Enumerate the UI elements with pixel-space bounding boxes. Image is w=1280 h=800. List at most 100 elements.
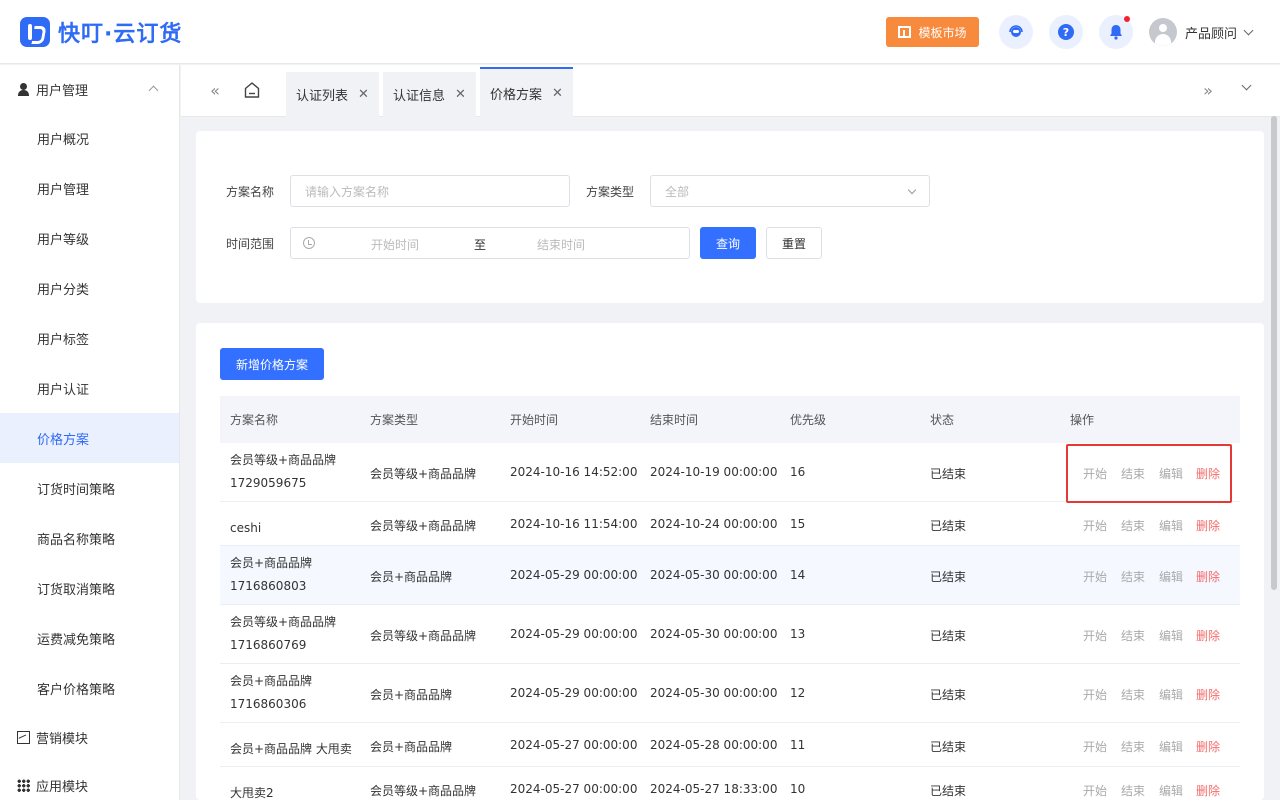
cell-type: 会员+商品品牌 [370, 740, 453, 754]
start-action-link[interactable]: 开始 [1083, 782, 1107, 799]
notification-button[interactable] [1099, 15, 1133, 49]
sidebar-group-marketing[interactable]: 营销模块 [0, 713, 179, 761]
end-action-link[interactable]: 结束 [1121, 738, 1145, 755]
cell-status: 已结束 [930, 467, 967, 481]
edit-action-link[interactable]: 编辑 [1159, 568, 1183, 585]
sidebar-item-price-plan[interactable]: 价格方案 [0, 413, 179, 463]
end-action-link[interactable]: 结束 [1121, 686, 1145, 703]
plan-type-label: 方案类型 [586, 185, 635, 199]
customer-service-button[interactable] [999, 15, 1033, 49]
cell-status: 已结束 [930, 629, 967, 643]
cell-status: 已结束 [930, 784, 967, 798]
start-action-link[interactable]: 开始 [1083, 686, 1107, 703]
sidebar-group-label: 营销模块 [36, 731, 89, 747]
edit-action-link[interactable]: 编辑 [1159, 627, 1183, 644]
start-action-link[interactable]: 开始 [1083, 568, 1107, 585]
template-market-button[interactable]: 模板市场 [886, 17, 979, 47]
plan-name-input[interactable]: 请输入方案名称 [290, 175, 570, 207]
col-header-priority: 优先级 [790, 413, 827, 427]
end-action-link[interactable]: 结束 [1121, 465, 1145, 482]
cell-status: 已结束 [930, 688, 967, 702]
cell-start-time: 2024-05-27 00:00:00 [510, 782, 638, 796]
end-action-link[interactable]: 结束 [1121, 782, 1145, 799]
plan-type-select[interactable]: 全部 [650, 175, 930, 207]
home-icon[interactable] [244, 81, 260, 99]
delete-action-link[interactable]: 删除 [1196, 782, 1220, 799]
delete-action-link[interactable]: 删除 [1196, 568, 1220, 585]
tab-auth-list[interactable]: 认证列表 ✕ [286, 72, 379, 117]
bell-icon [1110, 25, 1122, 40]
end-action-link[interactable]: 结束 [1121, 517, 1145, 534]
delete-action-link[interactable]: 删除 [1196, 627, 1220, 644]
cell-type: 会员等级+商品品牌 [370, 519, 477, 533]
edit-action-link[interactable]: 编辑 [1159, 686, 1183, 703]
cell-status: 已结束 [930, 570, 967, 584]
start-action-link[interactable]: 开始 [1083, 627, 1107, 644]
sidebar-item-customer-price-strategy[interactable]: 客户价格策略 [0, 663, 179, 713]
reset-button[interactable]: 重置 [766, 227, 822, 259]
cell-priority: 12 [790, 686, 806, 700]
tabs-scroll-right-icon[interactable]: » [1199, 82, 1217, 100]
edit-action-link[interactable]: 编辑 [1159, 517, 1183, 534]
cell-type: 会员+商品品牌 [370, 688, 453, 702]
col-header-start: 开始时间 [510, 413, 559, 427]
col-header-end: 结束时间 [650, 413, 699, 427]
sidebar-item-user-overview[interactable]: 用户概况 [0, 113, 179, 163]
sidebar-group-apps[interactable]: 应用模块 [0, 761, 179, 800]
start-action-link[interactable]: 开始 [1083, 465, 1107, 482]
chevron-down-icon [1243, 25, 1254, 35]
sidebar-item-user-category[interactable]: 用户分类 [0, 263, 179, 313]
edit-action-link[interactable]: 编辑 [1159, 465, 1183, 482]
sidebar-item-order-cancel-strategy[interactable]: 订货取消策略 [0, 563, 179, 613]
cell-priority: 13 [790, 627, 806, 641]
cell-start-time: 2024-10-16 14:52:00 [510, 465, 638, 479]
tab-price-plan[interactable]: 价格方案 ✕ [480, 67, 573, 117]
cell-start-time: 2024-05-29 00:00:00 [510, 627, 638, 641]
query-button[interactable]: 查询 [700, 227, 756, 259]
help-button[interactable]: ? [1049, 15, 1083, 49]
end-action-link[interactable]: 结束 [1121, 627, 1145, 644]
close-icon[interactable]: ✕ [358, 87, 369, 102]
add-price-plan-button[interactable]: 新增价格方案 [220, 348, 324, 380]
table-row: 会员等级+商品品牌1716860769 会员等级+商品品牌 2024-05-29 0… [220, 605, 1240, 664]
close-icon[interactable]: ✕ [455, 87, 466, 102]
price-plan-panel: 新增价格方案 方案名称 方案类型 开始时间 结束时间 优先级 状态 操作 会员等… [196, 323, 1264, 800]
table-row: 会员+商品品牌1716860306 会员+商品品牌 2024-05-29 00:00… [220, 664, 1240, 723]
sidebar-item-user-tags[interactable]: 用户标签 [0, 313, 179, 363]
sidebar-item-user-management[interactable]: 用户管理 [0, 163, 179, 213]
start-action-link[interactable]: 开始 [1083, 517, 1107, 534]
delete-action-link[interactable]: 删除 [1196, 465, 1220, 482]
start-time-input[interactable]: 开始时间 [371, 236, 419, 253]
sidebar-item-freight-strategy[interactable]: 运费减免策略 [0, 613, 179, 663]
cell-name: 会员+商品品牌1716860803 [230, 556, 313, 593]
cell-end-time: 2024-05-27 18:33:00 [650, 782, 778, 796]
delete-action-link[interactable]: 删除 [1196, 738, 1220, 755]
start-action-link[interactable]: 开始 [1083, 738, 1107, 755]
sidebar-group-user-management[interactable]: 用户管理 [0, 65, 179, 113]
chart-icon [17, 730, 30, 744]
close-icon[interactable]: ✕ [552, 86, 563, 101]
cell-name: 会员+商品品牌1716860306 [230, 674, 313, 711]
user-menu[interactable]: 产品顾问 [1149, 18, 1254, 46]
delete-action-link[interactable]: 删除 [1196, 686, 1220, 703]
tabs-menu-chevron-icon[interactable] [1241, 80, 1252, 91]
end-time-input[interactable]: 结束时间 [537, 236, 585, 253]
end-action-link[interactable]: 结束 [1121, 568, 1145, 585]
page-scrollbar[interactable] [1271, 116, 1277, 590]
app-logo[interactable]: 快叮·云订货 [20, 16, 182, 48]
cell-end-time: 2024-10-19 00:00:00 [650, 465, 778, 479]
tabs-scroll-left-icon[interactable]: « [206, 82, 224, 100]
price-plan-table: 方案名称 方案类型 开始时间 结束时间 优先级 状态 操作 会员等级+商品品牌1… [220, 396, 1240, 800]
sidebar-item-user-auth[interactable]: 用户认证 [0, 363, 179, 413]
plan-name-label: 方案名称 [226, 185, 275, 199]
edit-action-link[interactable]: 编辑 [1159, 782, 1183, 799]
sidebar-item-product-name-strategy[interactable]: 商品名称策略 [0, 513, 179, 563]
sidebar-item-user-level[interactable]: 用户等级 [0, 213, 179, 263]
sidebar-item-order-time-strategy[interactable]: 订货时间策略 [0, 463, 179, 513]
cell-start-time: 2024-05-29 00:00:00 [510, 568, 638, 582]
time-range-picker[interactable]: 开始时间 至 结束时间 [290, 227, 690, 259]
delete-action-link[interactable]: 删除 [1196, 517, 1220, 534]
tab-auth-info[interactable]: 认证信息 ✕ [383, 72, 476, 117]
edit-action-link[interactable]: 编辑 [1159, 738, 1183, 755]
plan-type-value: 全部 [665, 184, 690, 199]
